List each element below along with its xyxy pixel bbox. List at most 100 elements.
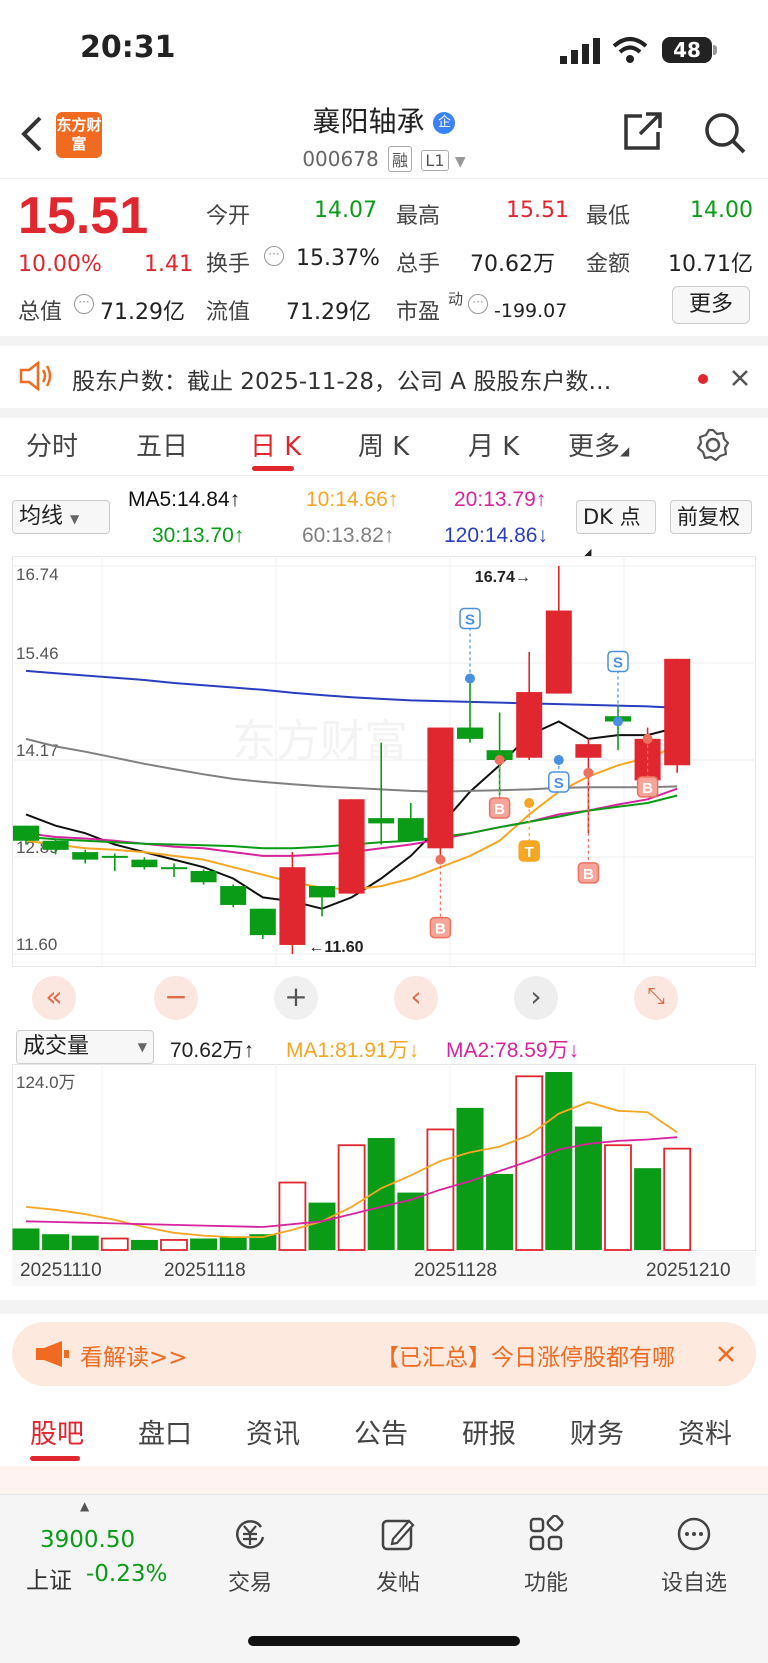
edit-icon [381,1519,415,1551]
float-label: 流值 [206,300,251,325]
tab-more[interactable]: 更多◢ [568,426,629,463]
share-icon[interactable] [620,110,664,154]
section-separator [0,336,768,346]
volume-bar [12,1228,40,1250]
close-icon[interactable] [730,368,750,388]
nav-trade-label: 交易 [227,1571,272,1596]
zoom-out-button[interactable]: − [154,976,198,1020]
tab-intraday[interactable]: 分时 [26,426,78,463]
rewind-button[interactable]: « [32,976,76,1020]
marker-label: T [525,844,534,861]
y-tick-label: 14.17 [16,741,59,760]
gear-icon[interactable] [696,428,730,462]
candle-body [457,727,483,739]
ma30-label: 30:13.70↑ [152,524,245,547]
tab-five-day[interactable]: 五日 [136,426,188,463]
y-tick-label: 16.74 [16,565,59,584]
nav-watchlist[interactable]: 设自选 [644,1515,744,1597]
scroll-right-button[interactable]: › [514,976,558,1020]
search-icon[interactable] [702,110,748,156]
tab-announcements[interactable]: 公告 [354,1412,408,1451]
tab-daily-k[interactable]: 日 K [250,426,301,463]
low-value: 14.00 [690,198,753,223]
active-bottom-tab-indicator [30,1456,80,1461]
battery-icon: 48 [662,37,712,63]
scroll-left-button[interactable]: ‹ [394,976,438,1020]
candle-body [161,867,187,870]
list-peek [0,1466,768,1496]
home-indicator [248,1636,520,1646]
tab-pankou[interactable]: 盘口 [138,1412,192,1451]
marker-dot [435,854,446,865]
pe-sup: 动 [448,290,464,308]
nav-watchlist-label: 设自选 [660,1571,727,1596]
close-icon[interactable] [716,1344,736,1364]
megaphone-icon [36,1341,69,1367]
tab-guba[interactable]: 股吧 [30,1412,84,1451]
volume-bar [100,1237,129,1251]
info-icon[interactable]: ··· [468,294,488,314]
tab-research[interactable]: 研报 [462,1412,516,1451]
mktcap-label: 总值 [18,300,63,325]
turnover-value: 15.37% [296,246,380,271]
level-tag: L1 [421,150,449,171]
nav-functions[interactable]: 功能 [496,1514,596,1597]
info-icon[interactable]: ··· [264,246,284,266]
tab-profile[interactable]: 资料 [678,1412,732,1451]
marker-label: S [465,611,475,628]
dk-select[interactable]: DK 点◢ [576,500,656,559]
marker-dot [553,755,564,765]
candlestick-chart[interactable]: 16.7415.4614.1712.8911.60东方财富16.74→←11.6… [12,556,756,1026]
x-axis-band [12,1252,756,1286]
candle-body [190,870,217,883]
tab-monthly-k[interactable]: 月 K [468,426,519,463]
marker-label: B [583,866,594,883]
candle-body [545,610,572,694]
stock-name: 襄阳轴承 [312,105,425,138]
info-icon[interactable]: ··· [74,294,94,314]
ma20-label: 20:13.79↑ [454,488,547,511]
candle-body [427,727,454,849]
tab-weekly-k[interactable]: 周 K [358,426,409,463]
verified-icon: 企 [433,112,456,134]
volume-ma1: MA1:81.91万↓ [286,1039,420,1062]
turnover-label: 换手 [206,252,251,277]
volume-chart[interactable]: 124.0万 20251110 20251118 20251128 20251210 [12,1064,756,1286]
tab-finance[interactable]: 财务 [570,1412,624,1451]
news-banner[interactable]: 看解读>> 【已汇总】今日涨停股都有哪 [12,1322,756,1386]
marker-label: B [642,780,653,797]
volume-bar [545,1072,573,1250]
zoom-in-button[interactable]: + [274,976,318,1020]
high-label: 最高 [396,204,441,229]
dropdown-icon: ▼ [454,154,466,170]
adjust-button[interactable]: 前复权 [670,500,752,534]
tab-news[interactable]: 资讯 [246,1412,300,1451]
nav-trade[interactable]: 交易 [200,1515,300,1597]
section-separator [0,1300,768,1314]
fullscreen-button[interactable]: ⤡ [634,976,678,1020]
candle-body [516,692,543,758]
volume-bar [219,1237,247,1250]
ma-select[interactable]: 均线 ▼ [12,500,110,534]
banner-left-text: 看解读>> [80,1345,188,1371]
change-pct: 10.00% [18,252,102,277]
low-label: 最低 [586,204,631,229]
nav-functions-label: 功能 [523,1571,568,1596]
battery-tip [713,45,717,55]
index-expand-icon[interactable]: ▲ [80,1499,89,1513]
nav-post[interactable]: 发帖 [348,1515,448,1597]
open-value: 14.07 [314,198,377,223]
signal-icon [560,38,600,64]
nav-post-label: 发帖 [375,1571,420,1596]
y-tick-label: 15.46 [16,644,59,663]
trade-icon [236,1520,265,1549]
volume-select[interactable]: 成交量 ▼ [16,1030,154,1064]
marker-label: B [494,801,505,818]
open-label: 今开 [206,204,251,229]
mktcap-value: 71.29亿 [100,300,185,325]
high-annotation: 16.74→ [475,569,531,586]
notice-bar[interactable]: 股东户数：截止 2025-11-28，公司 A 股股东户数… [0,346,768,408]
candle-body [72,852,99,860]
more-button[interactable]: 更多 [672,286,750,324]
marker-dot [583,767,594,778]
